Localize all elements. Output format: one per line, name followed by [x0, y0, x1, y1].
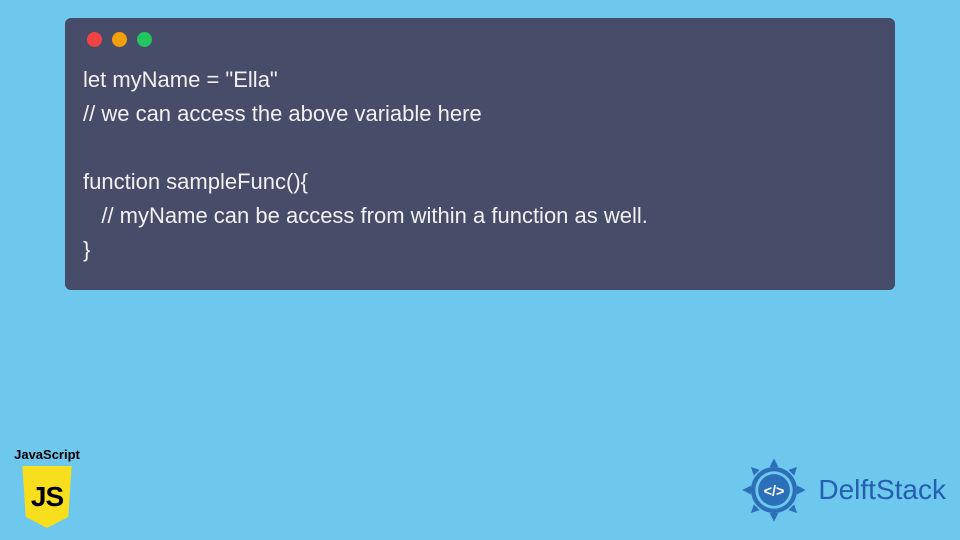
delftstack-brand-text: DelftStack	[818, 474, 946, 506]
javascript-shield-text: JS	[31, 481, 63, 513]
code-content: let myName = "Ella" // we can access the…	[83, 63, 877, 268]
code-window: let myName = "Ella" // we can access the…	[65, 18, 895, 290]
svg-text:</>: </>	[764, 484, 785, 500]
delftstack-logo: </> DelftStack	[738, 454, 946, 526]
javascript-shield-icon: JS	[19, 466, 75, 528]
javascript-label: JavaScript	[12, 447, 82, 462]
window-traffic-lights	[83, 32, 877, 47]
maximize-icon	[137, 32, 152, 47]
minimize-icon	[112, 32, 127, 47]
javascript-logo: JavaScript JS	[12, 447, 82, 528]
close-icon	[87, 32, 102, 47]
gear-icon: </>	[738, 454, 810, 526]
